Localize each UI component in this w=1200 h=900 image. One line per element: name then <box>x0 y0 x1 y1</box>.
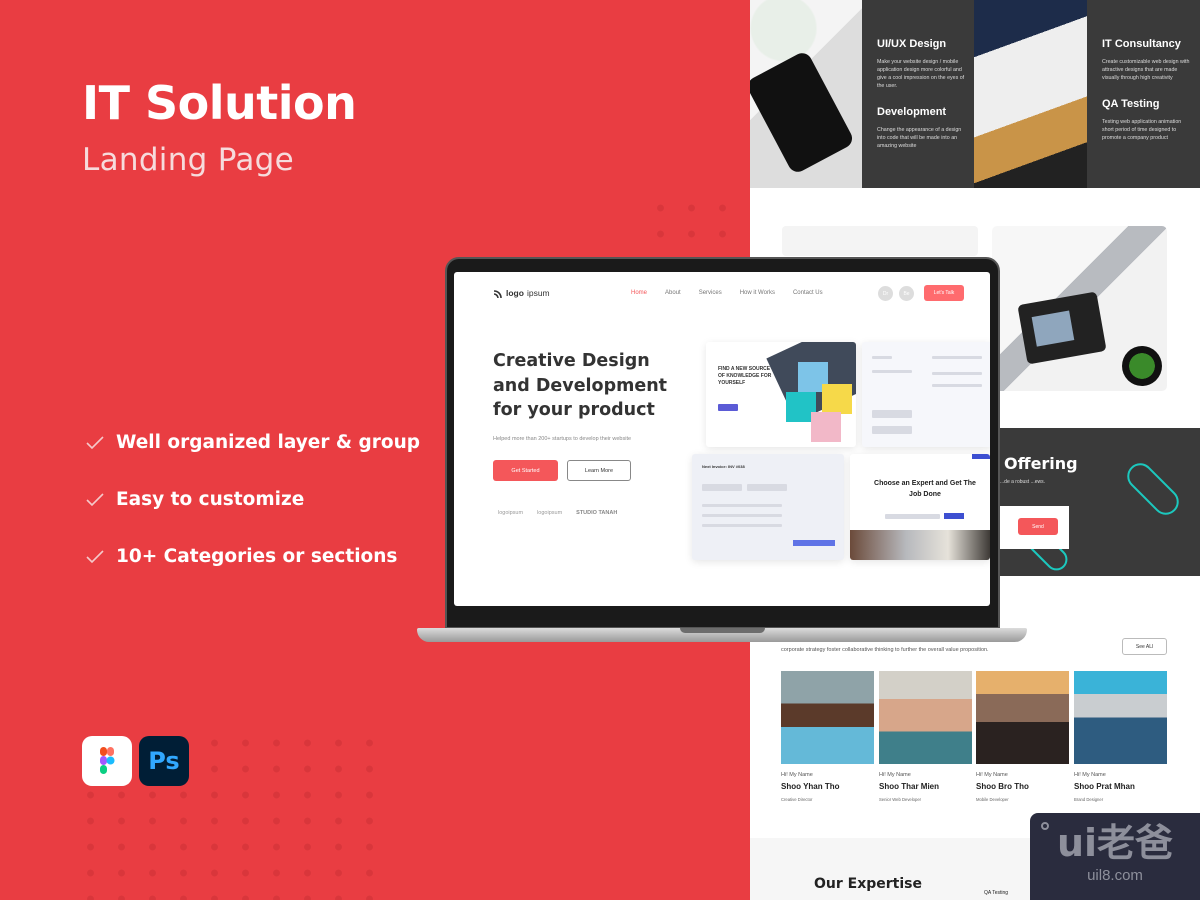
member-greeting: Hi! My Name <box>976 772 1008 778</box>
feature-item: Well organized layer & group <box>86 414 420 471</box>
partner-logos: logoipsum logoipsum STUDIO TANAH <box>498 510 617 516</box>
check-icon <box>86 492 104 506</box>
thumb-heading: Next Invoice: INV #038 <box>702 464 745 469</box>
logo-text: logo <box>506 288 524 298</box>
learn-more-button[interactable]: Learn More <box>567 460 631 481</box>
partner-logo: STUDIO TANAH <box>576 510 618 516</box>
member-greeting: Hi! My Name <box>1074 772 1106 778</box>
wifi-logo-icon <box>493 289 502 298</box>
laptop-screen: logo ipsum Home About Services How it Wor… <box>454 272 990 606</box>
services-column-right: IT Consultancy Create customizable web d… <box>1087 0 1200 188</box>
check-icon <box>86 549 104 563</box>
preview-thumb-next-invoice: Next Invoice: INV #038 <box>692 454 844 560</box>
team-intro: corporate strategy foster collaborative … <box>781 647 989 653</box>
tag-hole-icon <box>1041 822 1049 830</box>
section-card <box>782 226 978 256</box>
nav-services[interactable]: Services <box>699 290 722 296</box>
member-photo <box>1074 671 1167 764</box>
preview-thumb-invoice <box>862 342 990 447</box>
camera-photo <box>992 226 1167 391</box>
service-desc: Make your website design / mobile applic… <box>877 59 965 89</box>
member-greeting: Hi! My Name <box>781 772 813 778</box>
photoshop-icon: Ps <box>139 736 189 786</box>
nav-contact[interactable]: Contact Us <box>793 290 823 296</box>
member-role: Mobile Developer <box>976 797 1009 802</box>
nav-about[interactable]: About <box>665 290 681 296</box>
offering-section: Offering ...de a robust ...ews. <box>1000 428 1200 576</box>
service-desc: Create customizable web design with attr… <box>1102 59 1190 81</box>
check-icon <box>86 435 104 449</box>
member-photo <box>976 671 1069 764</box>
site-headline: Creative Design and Development for your… <box>493 351 668 420</box>
watermark-logo: ui老爸 <box>1056 821 1174 865</box>
watermark-badge: ui老爸 uil8.com <box>1030 813 1200 900</box>
expertise-title: Our Expertise <box>814 876 922 892</box>
get-started-button[interactable]: Get Started <box>493 460 558 481</box>
feature-item: 10+ Categories or sections <box>86 528 420 585</box>
promo-title: IT Solution <box>82 76 357 130</box>
offering-text: ...de a robust ...ews. <box>1000 479 1046 485</box>
team-member: Hi! My Name Shoo Bro Tho Mobile Develope… <box>976 671 1070 802</box>
partner-logo: logoipsum <box>498 510 524 516</box>
promo-subtitle: Landing Page <box>82 142 295 178</box>
laptop-notch <box>680 628 765 633</box>
service-title: IT Consultancy <box>1102 38 1181 50</box>
member-name: Shoo Yhan Tho <box>781 782 840 791</box>
send-button[interactable]: Send <box>1018 518 1058 535</box>
member-photo <box>879 671 972 764</box>
site-logo[interactable]: logo ipsum <box>493 288 550 298</box>
offering-title: Offering <box>1004 454 1078 473</box>
thumb-heading: Choose an Expert and Get The Job Done <box>874 480 976 498</box>
lets-talk-button[interactable]: Let's Talk <box>924 285 964 301</box>
figma-icon <box>82 736 132 786</box>
partner-logo: logoipsum <box>537 510 563 516</box>
behance-icon[interactable]: Be <box>899 286 914 301</box>
member-role: Brand Designer <box>1074 797 1104 802</box>
feature-label: Easy to customize <box>116 489 305 510</box>
services-column-left: UI/UX Design Make your website design / … <box>862 0 974 188</box>
team-member: Hi! My Name Shoo Prat Mhan Brand Designe… <box>1074 671 1168 802</box>
site-nav: Home About Services How it Works Contact… <box>631 290 823 296</box>
feature-item: Easy to customize <box>86 471 420 528</box>
feature-label: Well organized layer & group <box>116 432 420 453</box>
logo-text-light: ipsum <box>526 288 550 298</box>
team-member: Hi! My Name Shoo Thar Mien Senior Web De… <box>879 671 973 802</box>
service-title: QA Testing <box>1102 98 1160 110</box>
feature-label: 10+ Categories or sections <box>116 546 398 567</box>
preview-thumb-knowledge: FIND A NEW SOURCE OF KNOWLEDGE FOR YOURS… <box>706 342 856 447</box>
service-title: UI/UX Design <box>877 38 947 50</box>
member-greeting: Hi! My Name <box>879 772 911 778</box>
service-desc: Testing web application animation short … <box>1102 119 1182 141</box>
member-name: Shoo Prat Mhan <box>1074 782 1135 791</box>
member-role: Creative Director <box>781 797 813 802</box>
member-name: Shoo Thar Mien <box>879 782 939 791</box>
phone-photo <box>750 0 862 188</box>
dribbble-icon[interactable]: Dr <box>878 286 893 301</box>
thumb-heading: FIND A NEW SOURCE OF KNOWLEDGE FOR YOURS… <box>718 366 772 386</box>
watermark-url: uil8.com <box>1087 867 1143 884</box>
expertise-item: QA Testing <box>984 890 1009 896</box>
service-title: Development <box>877 106 947 118</box>
site-subtext: Helped more than 200+ startups to develo… <box>493 436 632 442</box>
nav-how-it-works[interactable]: How it Works <box>740 290 775 296</box>
member-name: Shoo Bro Tho <box>976 782 1029 791</box>
coffee-photo <box>974 0 1087 188</box>
member-role: Senior Web Developer <box>879 797 922 802</box>
preview-thumb-expert: Choose an Expert and Get The Job Done <box>850 454 990 560</box>
feature-list: Well organized layer & group Easy to cus… <box>86 414 420 585</box>
see-all-button[interactable]: See ALl <box>1122 638 1167 655</box>
member-photo <box>781 671 874 764</box>
team-member: Hi! My Name Shoo Yhan Tho Creative Direc… <box>781 671 875 802</box>
service-desc: Change the appearance of a design into c… <box>877 127 962 149</box>
nav-home[interactable]: Home <box>631 290 647 296</box>
decor-ring <box>1121 457 1185 521</box>
dot-pattern <box>645 195 755 255</box>
